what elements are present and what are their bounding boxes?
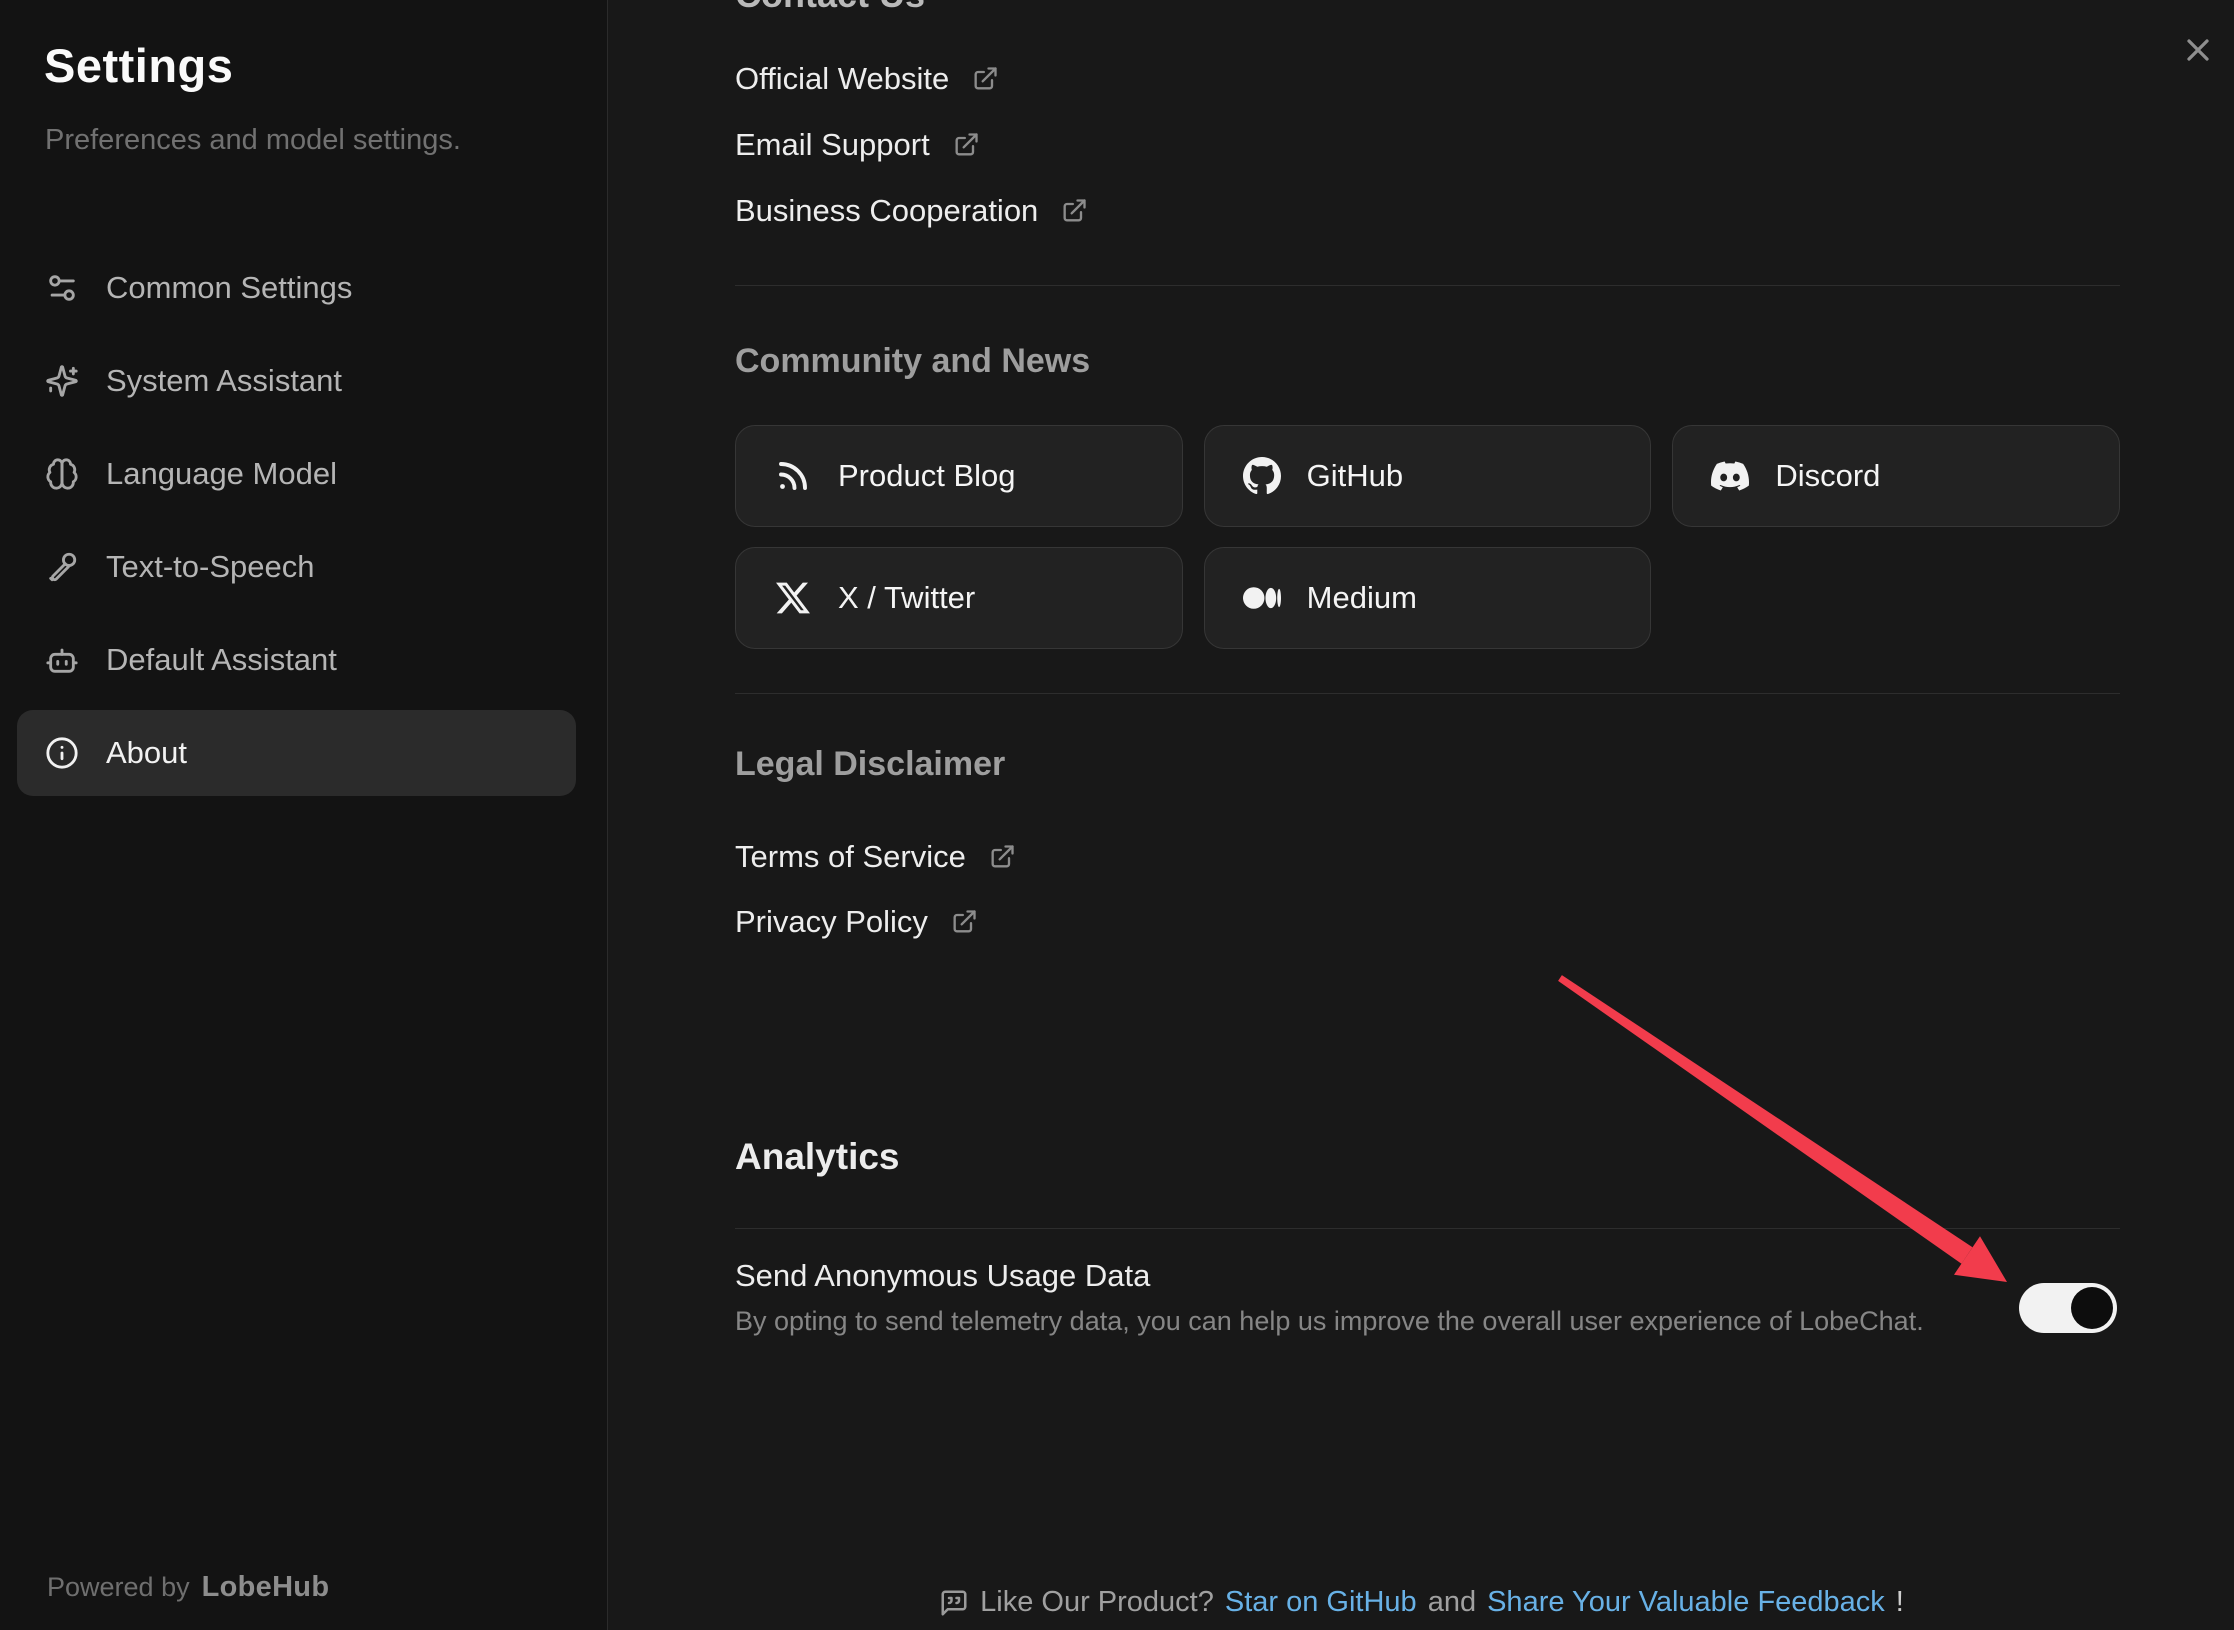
toggle-knob [2071,1287,2113,1329]
button-label: X / Twitter [838,580,975,616]
sidebar-item-label: Default Assistant [106,642,337,678]
sidebar-item-label: System Assistant [106,363,342,399]
medium-icon [1243,579,1281,617]
github-button[interactable]: GitHub [1204,425,1652,527]
sidebar-item-label: Common Settings [106,270,352,306]
powered-by: Powered by LobeHub [47,1571,329,1604]
about-panel: Contact Us Official Website Email Suppor… [609,0,2234,1630]
sidebar-item-about[interactable]: About [17,710,576,796]
medium-button[interactable]: Medium [1204,547,1652,649]
official-website-link[interactable]: Official Website [735,46,1088,112]
sliders-icon [44,270,80,306]
settings-sidebar: Settings Preferences and model settings.… [0,0,608,1630]
star-on-github-link[interactable]: Star on GitHub [1225,1586,1417,1619]
privacy-policy-link[interactable]: Privacy Policy [735,889,1016,954]
sidebar-item-label: About [106,735,187,771]
button-label: GitHub [1307,458,1403,494]
lobehub-brand-link[interactable]: LobeHub [202,1571,330,1604]
close-button[interactable] [2176,28,2220,72]
external-link-icon [950,908,978,936]
external-link-icon [971,65,999,93]
x-twitter-icon [774,579,812,617]
sidebar-item-label: Text-to-Speech [106,549,315,585]
analytics-item: Send Anonymous Usage Data By opting to s… [735,1254,1924,1344]
message-square-quote-icon [939,1588,969,1618]
terms-of-service-link[interactable]: Terms of Service [735,824,1016,889]
footer-prefix: Like Our Product? [980,1586,1214,1619]
contact-us-heading: Contact Us [735,0,925,16]
community-buttons: Product Blog GitHub Discord [735,425,2120,649]
sidebar-item-label: Language Model [106,456,337,492]
product-blog-button[interactable]: Product Blog [735,425,1183,527]
sidebar-item-default-assistant[interactable]: Default Assistant [17,617,576,703]
telemetry-item-title: Send Anonymous Usage Data [735,1254,1924,1298]
sidebar-item-common-settings[interactable]: Common Settings [17,245,576,331]
discord-button[interactable]: Discord [1672,425,2120,527]
business-cooperation-link[interactable]: Business Cooperation [735,178,1088,244]
external-link-icon [988,843,1016,871]
button-label: Discord [1775,458,1880,494]
legal-heading: Legal Disclaimer [735,745,1005,784]
x-twitter-button[interactable]: X / Twitter [735,547,1183,649]
share-feedback-link[interactable]: Share Your Valuable Feedback [1487,1586,1885,1619]
sidebar-item-system-assistant[interactable]: System Assistant [17,338,576,424]
analytics-heading: Analytics [735,1136,900,1178]
sidebar-nav: Common Settings System Assistant Languag… [17,245,576,803]
button-label: Product Blog [838,458,1016,494]
sidebar-item-text-to-speech[interactable]: Text-to-Speech [17,524,576,610]
external-link-icon [952,131,980,159]
telemetry-toggle[interactable] [2019,1283,2117,1333]
sparkles-icon [44,363,80,399]
footer-middle: and [1428,1586,1476,1619]
github-icon [1243,457,1281,495]
link-label: Terms of Service [735,839,966,875]
button-label: Medium [1307,580,1417,616]
footer-suffix: ! [1896,1586,1904,1619]
close-icon [2180,32,2216,68]
external-link-icon [1060,197,1088,225]
legal-links: Terms of Service Privacy Policy [735,824,1016,954]
link-label: Privacy Policy [735,904,928,940]
link-label: Business Cooperation [735,193,1038,229]
rss-icon [774,457,812,495]
email-support-link[interactable]: Email Support [735,112,1088,178]
page-title: Settings [44,38,233,93]
mic-icon [44,549,80,585]
section-divider [735,285,2120,286]
about-content: Contact Us Official Website Email Suppor… [735,0,2120,1630]
bot-icon [44,642,80,678]
section-divider [735,1228,2120,1229]
sidebar-item-language-model[interactable]: Language Model [17,431,576,517]
section-divider [735,693,2120,694]
info-icon [44,735,80,771]
page-subtitle: Preferences and model settings. [45,124,461,157]
powered-by-prefix: Powered by [47,1572,190,1603]
brain-icon [44,456,80,492]
link-label: Email Support [735,127,930,163]
link-label: Official Website [735,61,949,97]
footer-cta: Like Our Product? Star on GitHub and Sha… [609,1586,2234,1619]
community-heading: Community and News [735,342,1090,381]
contact-links: Official Website Email Support Business … [735,46,1088,244]
telemetry-item-description: By opting to send telemetry data, you ca… [735,1298,1924,1344]
settings-dialog: Settings Preferences and model settings.… [0,0,2234,1630]
discord-icon [1711,457,1749,495]
